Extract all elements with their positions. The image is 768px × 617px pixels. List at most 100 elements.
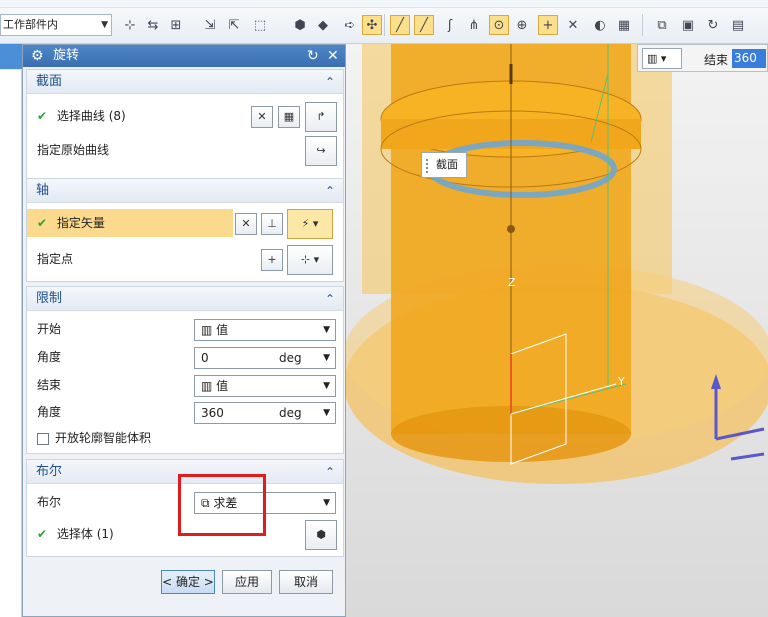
chevron-down-icon: ▼ (323, 381, 330, 391)
check-icon: ✔ (37, 109, 48, 123)
axis-group-header[interactable]: 轴 ⌃ (27, 179, 343, 203)
refresh-icon[interactable]: ↻ (703, 15, 723, 35)
crosshair-icon[interactable]: + (538, 15, 558, 35)
end-angle-label: 角度 (37, 405, 62, 419)
dialog-title: 旋转 (53, 48, 80, 63)
vector-row[interactable]: ✔ 指定矢量 (27, 209, 233, 237)
image-icon[interactable]: ▣ (678, 15, 698, 35)
open-profile-row[interactable]: 开放轮廓智能体积 (27, 424, 343, 452)
circle-icon[interactable]: ⊕ (512, 15, 532, 35)
reverse-direction-button[interactable]: ✕ (235, 213, 257, 235)
boolean-header-label: 布尔 (36, 464, 63, 479)
curve-rule-button[interactable]: ✕ (251, 106, 273, 128)
line-icon-2[interactable]: ╱ (414, 15, 434, 35)
grip-icon (426, 159, 430, 173)
target-icon[interactable]: ✕ (563, 15, 583, 35)
section-curve-button[interactable]: ↱ (305, 102, 337, 132)
link-icon[interactable]: ⇲ (200, 15, 220, 35)
vector-type-dropdown[interactable]: ⚡ ▾ (287, 209, 333, 239)
circle-center-icon[interactable]: ⊙ (489, 15, 509, 35)
sketch-button[interactable]: ▦ (278, 106, 300, 128)
collapse-icon[interactable]: ⌃ (325, 460, 335, 484)
arc-icon[interactable]: ⋔ (464, 15, 484, 35)
layout-icon[interactable]: ▤ (728, 15, 748, 35)
end-angle-unit: deg (279, 406, 302, 420)
start-angle-value: 0 (201, 351, 209, 365)
start-angle-label: 角度 (37, 350, 62, 364)
arrow-icon[interactable]: ➪ (340, 15, 360, 35)
box-select-icon[interactable]: ⬚ (250, 15, 270, 35)
end-angle-input[interactable]: 360 deg ▼ (194, 402, 336, 424)
select-body-label: 选择体 (1) (56, 527, 114, 541)
shade-icon[interactable]: ◐ (590, 15, 610, 35)
origin-curve-row[interactable]: 指定原始曲线 (27, 136, 343, 164)
graphics-viewport[interactable]: Z Y 截面 (346, 44, 768, 617)
select-curve-label: 选择曲线 (8) (56, 109, 126, 123)
cube-icon[interactable]: ⬢ (290, 15, 310, 35)
section-tag[interactable]: 截面 (421, 152, 467, 178)
limits-header-label: 限制 (36, 291, 63, 306)
point-icon[interactable]: ✣ (362, 15, 382, 35)
collapse-icon[interactable]: ⌃ (325, 179, 335, 203)
point-dialog-button[interactable]: + (261, 249, 283, 271)
curve-icon[interactable]: ʃ (440, 15, 460, 35)
collapse-icon[interactable]: ⌃ (325, 287, 335, 311)
limits-group-header[interactable]: 限制 ⌃ (27, 287, 343, 311)
scope-select-value: 工作部件内 (3, 18, 58, 31)
axis-group: 轴 ⌃ ✔ 指定矢量 ✕ ⊥ ⚡ ▾ 指定点 + ⊹ ▾ (26, 178, 344, 282)
limit-icon: ▥ (201, 379, 217, 393)
snap-icon[interactable]: ⇆ (143, 15, 163, 35)
limit-type-select[interactable]: ▥ ▾ (642, 48, 682, 69)
start-angle-input[interactable]: 0 deg ▼ (194, 347, 336, 369)
end-value-pad: ▥ ▾ 结束 360 (637, 44, 768, 72)
limits-group: 限制 ⌃ 开始 ▥ 值 ▼ 角度 0 deg ▼ 结束 ▥ 值 ▼ 角度 360 (26, 286, 344, 454)
apply-button[interactable]: 应用 (222, 570, 272, 594)
feature-icon[interactable]: ⊞ (166, 15, 186, 35)
model-canvas[interactable]: Z Y (346, 44, 768, 617)
reset-icon[interactable]: ↻ (307, 45, 319, 67)
chevron-down-icon: ▼ (323, 498, 330, 508)
end-type-value: 值 (216, 379, 229, 393)
limit-icon: ▥ (201, 323, 217, 337)
section-header-label: 截面 (36, 74, 63, 89)
origin-curve-button[interactable]: ↪ (305, 136, 337, 166)
gear-icon[interactable]: ⚙ (31, 45, 44, 67)
end-type-select[interactable]: ▥ 值 ▼ (194, 375, 336, 397)
section-group: 截面 ⌃ ✔ 选择曲线 (8) ✕ ▦ ↱ 指定原始曲线 ↪ (26, 69, 344, 179)
end-angle-value: 360 (201, 406, 224, 420)
vector-label: 指定矢量 (56, 216, 105, 230)
cancel-button[interactable]: 取消 (279, 570, 333, 594)
end-pad-input[interactable]: 360 (732, 49, 766, 68)
close-icon[interactable]: ✕ (327, 45, 339, 67)
chevron-down-icon: ▼ (323, 325, 330, 335)
end-label: 结束 (37, 378, 62, 392)
collapse-icon[interactable]: ⌃ (325, 70, 335, 94)
toolbar-separator-2 (642, 14, 643, 36)
scope-select[interactable]: 工作部件内 ▼ (0, 14, 112, 36)
dialog-title-bar: ⚙ 旋转 ↻ ✕ (23, 45, 345, 67)
section-tag-label: 截面 (436, 158, 458, 171)
point-type-dropdown[interactable]: ⊹ ▾ (287, 245, 333, 275)
cube-icon-2[interactable]: ◆ (313, 15, 333, 35)
grid-icon[interactable]: ▦ (614, 15, 634, 35)
ok-button[interactable]: < 确定 > (161, 570, 215, 594)
open-profile-checkbox[interactable] (37, 432, 49, 445)
end-pad-label: 结束 (704, 53, 729, 67)
axis-point[interactable] (507, 225, 515, 233)
part-navigator (0, 44, 316, 617)
axis-y-label: Y (617, 375, 625, 388)
select-filter-icon[interactable]: ⊹ (120, 15, 140, 35)
check-icon: ✔ (37, 216, 48, 230)
view-icon[interactable]: ⧉ (652, 15, 672, 35)
triad-y (730, 452, 765, 461)
line-icon[interactable]: ╱ (390, 15, 410, 35)
vector-dialog-button[interactable]: ⊥ (261, 213, 283, 235)
chevron-down-icon: ▼ (323, 353, 330, 363)
start-label: 开始 (37, 322, 62, 336)
ribbon-strip (0, 0, 768, 8)
axis-header-label: 轴 (36, 183, 50, 198)
section-group-header[interactable]: 截面 ⌃ (27, 70, 343, 94)
transform-icon[interactable]: ⇱ (224, 15, 244, 35)
start-type-select[interactable]: ▥ 值 ▼ (194, 319, 336, 341)
select-body-button[interactable]: ⬢ (305, 520, 337, 550)
